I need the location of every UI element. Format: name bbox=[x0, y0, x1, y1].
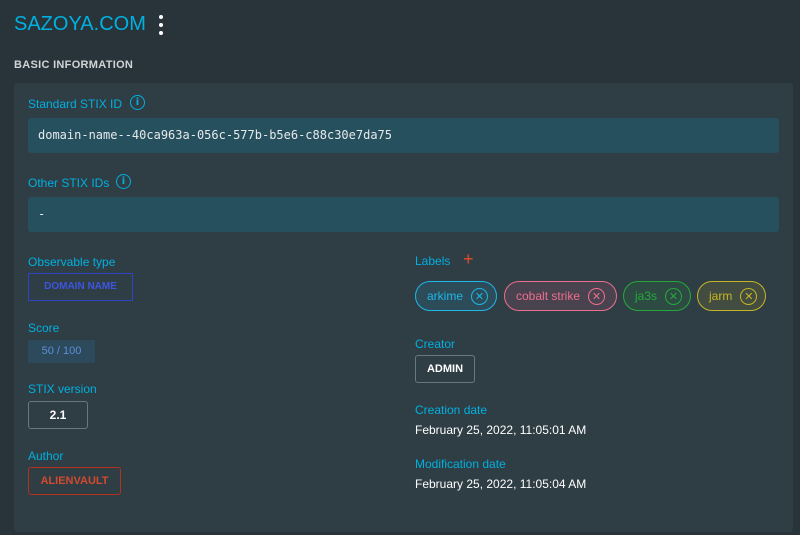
label-tag-arkime: arkime ✕ bbox=[415, 281, 497, 311]
label-tag-cobalt-strike: cobalt strike ✕ bbox=[504, 281, 617, 311]
labels-label: Labels bbox=[415, 254, 451, 268]
remove-label-icon[interactable]: ✕ bbox=[471, 287, 489, 305]
observable-type-chip: DOMAIN NAME bbox=[28, 273, 133, 301]
label-tag-text: ja3s bbox=[635, 289, 658, 303]
creation-date-value: February 25, 2022, 11:05:01 AM bbox=[415, 423, 587, 437]
label-tag-jarm: jarm ✕ bbox=[697, 281, 766, 311]
observable-type-label: Observable type bbox=[28, 255, 116, 269]
remove-label-icon[interactable]: ✕ bbox=[740, 287, 758, 305]
other-stix-ids-label: Other STIX IDs bbox=[28, 176, 110, 190]
basic-information-panel: Standard STIX ID i domain-name--40ca963a… bbox=[14, 83, 793, 532]
remove-label-icon[interactable]: ✕ bbox=[588, 287, 606, 305]
stix-version-label: STIX version bbox=[28, 382, 97, 396]
label-tag-text: arkime bbox=[427, 289, 464, 303]
stix-version-chip: 2.1 bbox=[28, 401, 88, 429]
plus-icon[interactable]: + bbox=[463, 250, 474, 268]
score-chip: 50 / 100 bbox=[28, 340, 95, 363]
score-label: Score bbox=[28, 321, 60, 335]
label-tag-text: jarm bbox=[709, 289, 733, 303]
label-tag-text: cobalt strike bbox=[516, 289, 581, 303]
creation-date-label: Creation date bbox=[415, 403, 488, 417]
more-vert-icon[interactable] bbox=[156, 15, 166, 35]
info-icon[interactable]: i bbox=[116, 174, 131, 189]
author-chip[interactable]: ALIENVAULT bbox=[28, 467, 121, 495]
other-stix-ids-value: - bbox=[28, 197, 779, 232]
author-label: Author bbox=[28, 449, 64, 463]
info-icon[interactable]: i bbox=[130, 95, 145, 110]
standard-stix-id-label: Standard STIX ID bbox=[28, 97, 123, 111]
page-title: SAZOYA.COM bbox=[14, 13, 146, 35]
remove-label-icon[interactable]: ✕ bbox=[665, 287, 683, 305]
standard-stix-id-value: domain-name--40ca963a-056c-577b-b5e6-c88… bbox=[28, 118, 779, 153]
creator-chip[interactable]: ADMIN bbox=[415, 355, 475, 383]
modification-date-label: Modification date bbox=[415, 457, 506, 471]
modification-date-value: February 25, 2022, 11:05:04 AM bbox=[415, 477, 587, 491]
label-tag-ja3s: ja3s ✕ bbox=[623, 281, 691, 311]
section-title: BASIC INFORMATION bbox=[14, 59, 134, 71]
creator-label: Creator bbox=[415, 337, 456, 351]
